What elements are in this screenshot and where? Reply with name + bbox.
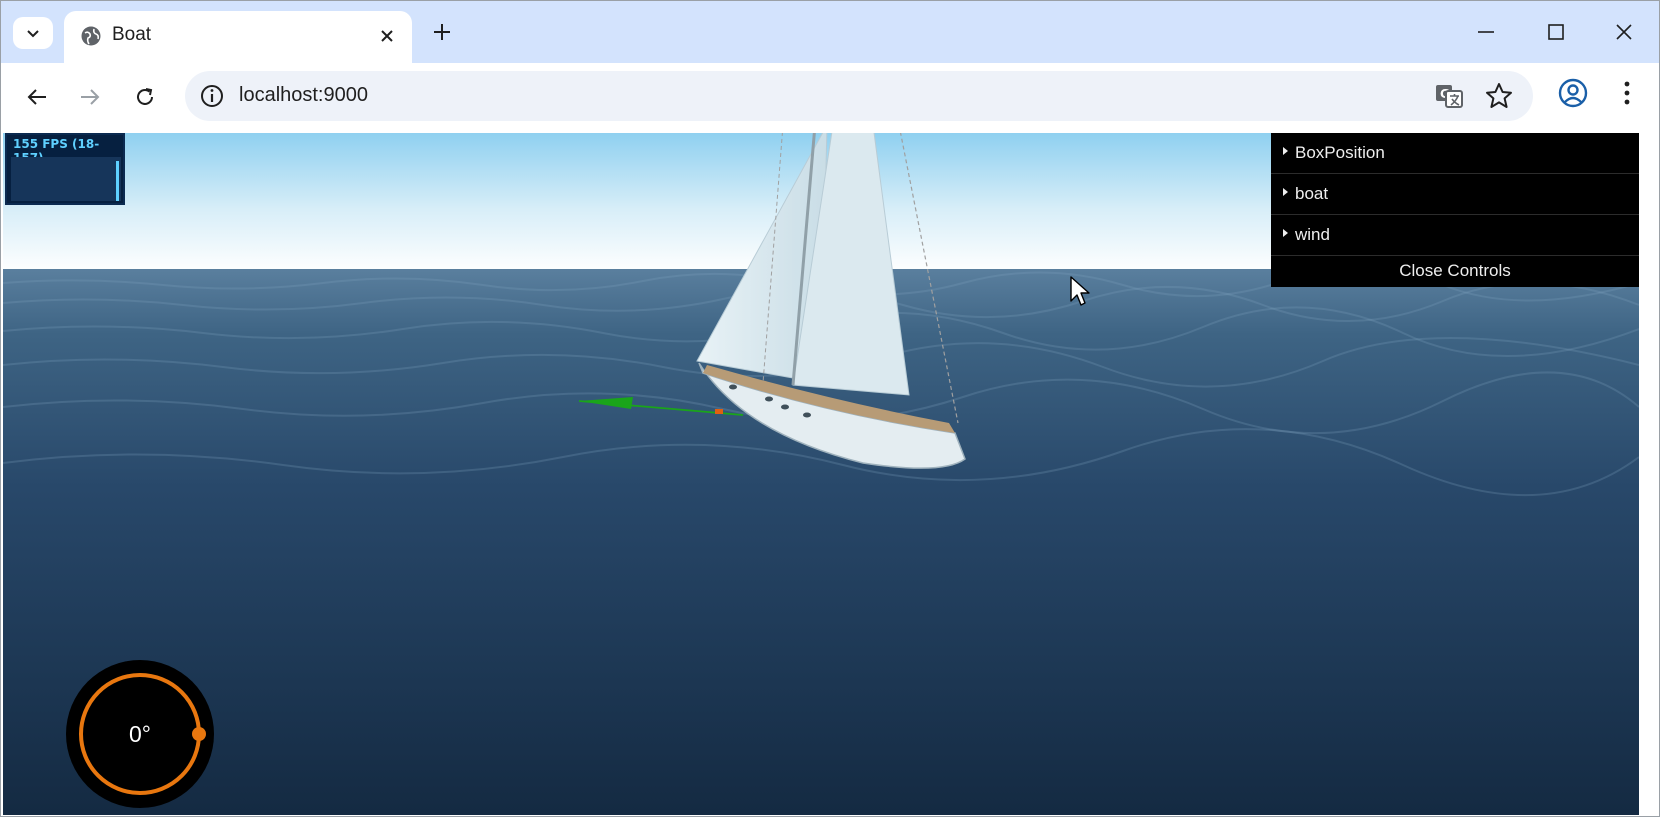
window-close-button[interactable]	[1601, 13, 1647, 51]
maximize-button[interactable]	[1533, 13, 1579, 51]
arrow-left-icon	[27, 89, 46, 105]
tab-strip: Boat	[1, 1, 1659, 63]
close-controls-button[interactable]: Close Controls	[1271, 256, 1639, 286]
fps-stats-panel[interactable]: 155 FPS (18-157)	[5, 133, 125, 205]
reload-icon	[137, 88, 153, 105]
folder-label: BoxPosition	[1295, 143, 1385, 162]
kebab-menu-icon[interactable]	[1613, 77, 1641, 109]
tab-close-button[interactable]	[376, 25, 398, 47]
translate-icon[interactable]: G	[1433, 80, 1465, 112]
address-bar[interactable]: localhost:9000 G	[185, 71, 1533, 121]
globe-icon	[81, 26, 101, 46]
tab-boat[interactable]: Boat	[64, 11, 412, 63]
triangle-right-icon	[1283, 229, 1288, 237]
back-button[interactable]	[17, 77, 57, 117]
tab-search-button[interactable]	[13, 17, 53, 49]
close-icon	[381, 30, 393, 42]
folder-label: wind	[1295, 225, 1330, 244]
minimize-button[interactable]	[1463, 13, 1509, 51]
mouse-pointer-icon	[1070, 276, 1090, 306]
new-tab-button[interactable]	[427, 17, 457, 47]
browser-window: Boat localhost:9000 G 155 FPS (18- BoxPo…	[0, 0, 1660, 817]
info-icon[interactable]	[199, 83, 225, 109]
folder-wind[interactable]: wind	[1271, 215, 1639, 256]
plus-icon	[434, 24, 450, 40]
controls-panel: BoxPosition boat wind Close Controls	[1271, 133, 1639, 287]
profile-icon[interactable]	[1557, 77, 1589, 109]
star-icon[interactable]	[1483, 80, 1515, 112]
arrow-right-icon	[81, 89, 100, 105]
heading-readout: 0°	[129, 720, 151, 747]
minimize-icon	[1478, 31, 1494, 33]
browser-toolbar: localhost:9000 G	[1, 63, 1659, 131]
triangle-right-icon	[1283, 147, 1288, 155]
fps-graph-bar	[116, 161, 119, 201]
3d-viewport[interactable]: 155 FPS (18-157) BoxPosition boat wind C…	[3, 133, 1639, 815]
chevron-down-icon	[27, 30, 39, 38]
compass-dial[interactable]: 0°	[65, 659, 215, 809]
fps-graph	[11, 157, 121, 201]
triangle-right-icon	[1283, 188, 1288, 196]
reload-button[interactable]	[125, 77, 165, 117]
forward-button[interactable]	[70, 77, 110, 117]
folder-boxposition[interactable]: BoxPosition	[1271, 133, 1639, 174]
folder-label: boat	[1295, 184, 1329, 203]
url-text[interactable]: localhost:9000	[239, 84, 368, 107]
folder-boat[interactable]: boat	[1271, 174, 1639, 215]
maximize-icon	[1548, 24, 1564, 40]
close-icon	[1616, 24, 1632, 40]
tab-title: Boat	[112, 24, 152, 45]
